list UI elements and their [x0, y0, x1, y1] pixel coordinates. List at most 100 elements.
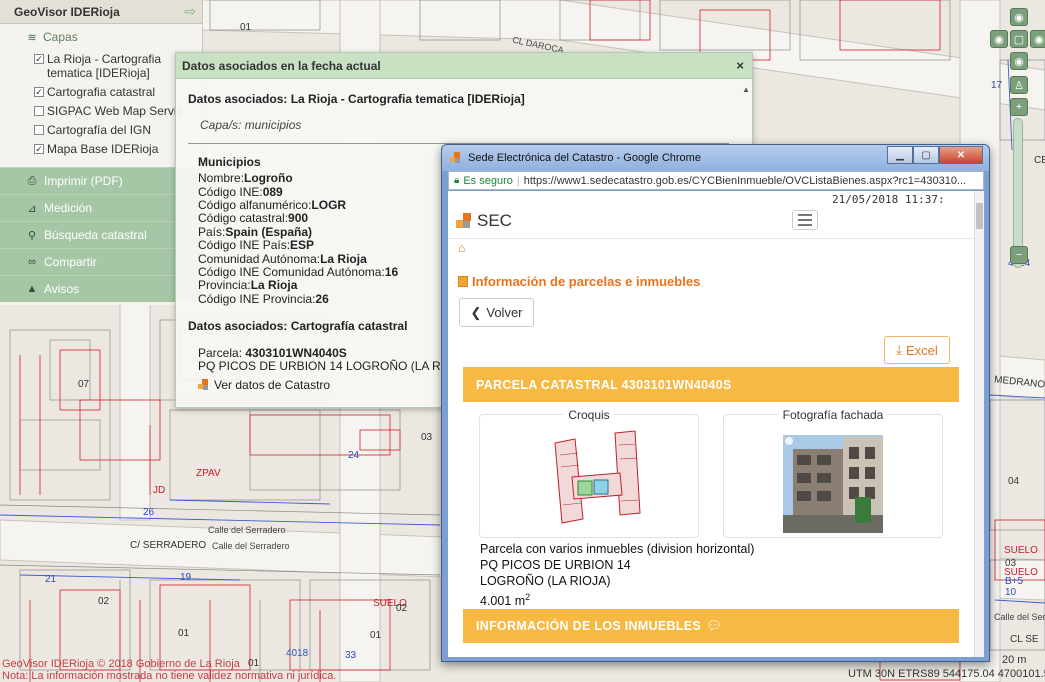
map-label: 07 [78, 379, 90, 390]
panel-title: GeoVisor IDERioja [14, 4, 120, 19]
layer-checkbox[interactable]: ✓ [34, 144, 44, 154]
map-label-street: C/ SERRADERO [130, 540, 207, 551]
zoom-in-button[interactable]: + [1010, 98, 1028, 116]
close-icon[interactable]: × [736, 58, 744, 73]
map-tool-button[interactable]: ▢ [1010, 30, 1028, 48]
share-icon: ∞ [28, 256, 36, 268]
warnings-button[interactable]: ▲ Avisos [0, 275, 202, 302]
map-tool-button[interactable]: ◉ [1010, 52, 1028, 70]
zoom-box-icon: ▢ [1013, 33, 1025, 46]
parcela-bar-text: PARCELA CATASTRAL 4303101WN4040S [476, 377, 732, 392]
maximize-button[interactable]: ▢ [913, 146, 939, 164]
circle-icon: ◉ [994, 33, 1004, 46]
window-titlebar[interactable]: Sede Electrónica del Catastro - Google C… [442, 145, 989, 171]
scrollbar-thumb[interactable] [976, 203, 983, 229]
map-tool-button[interactable]: ◉ [1010, 8, 1028, 26]
url-text: https://www1.sedecatastro.gob.es/CYCBien… [523, 174, 967, 187]
note-line: Nota: La información mostrada no tiene v… [2, 670, 337, 682]
croquis-card: Croquis [479, 408, 700, 539]
collapse-arrow-icon[interactable]: ⇨ [184, 3, 196, 20]
field-value: Logroño [244, 171, 293, 186]
map-label: 01 [178, 628, 190, 639]
window-title: Sede Electrónica del Catastro - Google C… [468, 152, 701, 164]
area-value: 4.001 m [480, 594, 526, 609]
field-key: Código catastral: [198, 211, 289, 226]
field-value: Spain (España) [225, 224, 313, 239]
secure-label: Es seguro [463, 174, 513, 187]
layer-checkbox[interactable] [34, 106, 44, 116]
capas-section[interactable]: ≋ Capas [0, 24, 202, 50]
field-key: Provincia: [198, 278, 251, 293]
close-window-button[interactable]: ✕ [939, 146, 983, 164]
share-button[interactable]: ∞ Compartir [0, 248, 202, 275]
parcela-value: 4303101WN4040S [245, 345, 347, 360]
popup-title: Datos asociados en la fecha actual [182, 58, 381, 73]
print-pdf-button[interactable]: ⎙ Imprimir (PDF) [0, 167, 202, 194]
field-key: Código INE Comunidad Autónoma: [198, 265, 385, 280]
layers-icon: ≋ [27, 31, 37, 44]
field-value: 26 [315, 291, 329, 306]
map-label: CE [1034, 155, 1045, 166]
field-key: Código INE Provincia: [198, 291, 316, 306]
info-line-area: 4.001 m2 [480, 589, 754, 609]
page-scrollbar[interactable] [974, 191, 984, 657]
layer-checkbox[interactable]: ✓ [34, 54, 44, 64]
excel-button[interactable]: ⤓ Excel [884, 336, 950, 364]
button-label: Imprimir (PDF) [44, 174, 123, 188]
scroll-up-icon[interactable]: ▲ [742, 85, 750, 94]
card-label: Fotografía fachada [724, 408, 942, 422]
field-key: País: [198, 224, 226, 239]
map-label: 19 [180, 572, 192, 583]
panel-header: GeoVisor IDERioja ⇨ [0, 0, 202, 24]
map-label: 21 [45, 574, 57, 585]
facade-photo[interactable] [783, 435, 883, 533]
cadastral-search-button[interactable]: ⚲ Búsqueda catastral [0, 221, 202, 248]
minus-icon: − [1015, 249, 1023, 261]
field-key: Código INE: [198, 184, 263, 199]
map-tool-button[interactable]: ◉ [990, 30, 1008, 48]
inmuebles-bar[interactable]: INFORMACIÓN DE LOS INMUEBLES 💬︎ [463, 609, 959, 643]
lock-icon: 🔒︎ [454, 175, 460, 186]
croquis-sketch[interactable] [480, 415, 700, 539]
credits-line: GeoVisor IDERioja © 2018 Gobierno de La … [2, 658, 240, 670]
home-icon[interactable]: ⌂ [458, 241, 465, 255]
measure-button[interactable]: ⊿ Medición [0, 194, 202, 221]
field-key: Código alfanumérico: [198, 198, 312, 213]
section-title-text: Información de parcelas e inmuebles [472, 274, 701, 289]
photo-card: Fotografía fachada [723, 408, 943, 538]
map-label: B+5 [1005, 576, 1024, 587]
layer-label: Cartografia catastral [47, 85, 156, 99]
back-button[interactable]: ❮ Volver [459, 298, 534, 327]
map-label-street: Calle del Serradero [212, 541, 290, 551]
minimize-button[interactable]: ▁ [887, 146, 913, 164]
menu-bar [798, 224, 812, 226]
page-viewport: 21/05/2018 11:37: SEC ⌂ Información de p… [448, 191, 984, 657]
inmuebles-bar-text: INFORMACIÓN DE LOS INMUEBLES [476, 619, 702, 633]
menu-bar [798, 214, 812, 216]
map-label: CL SE [1010, 634, 1039, 645]
street-view-button[interactable]: ♙ [1010, 76, 1028, 94]
brand-text: SEC [477, 210, 512, 230]
layer-checkbox[interactable]: ✓ [34, 87, 44, 97]
field-key: Código INE País: [198, 238, 291, 253]
layer-label: Cartografía del IGN [47, 123, 152, 137]
menu-button[interactable] [792, 210, 818, 230]
map-label: 17 [991, 80, 1003, 91]
catastro-logo-icon [198, 379, 210, 391]
info-line: LOGROÑO (LA RIOJA) [480, 574, 611, 588]
button-label: Compartir [44, 255, 97, 269]
parcel-info: Parcela con varios inmuebles (division h… [480, 541, 754, 609]
map-label-street: Calle del Serradero [208, 525, 286, 535]
sec-header: SEC [448, 203, 974, 239]
zoom-out-button[interactable]: − [1010, 246, 1028, 264]
layer-checkbox[interactable] [34, 125, 44, 135]
address-bar[interactable]: 🔒︎ Es seguro | https://www1.sedecatastro… [448, 171, 984, 190]
field-key: Nombre: [198, 171, 245, 186]
map-label: 03 [421, 432, 433, 443]
map-tool-button[interactable]: ◉ [1030, 30, 1045, 48]
layer-label: Mapa Base IDERioja [47, 142, 159, 156]
field-value: 16 [384, 265, 399, 280]
field-value: La Rioja [320, 251, 367, 266]
button-label: Búsqueda catastral [44, 228, 147, 242]
popup-header: Datos asociados en la fecha actual × [176, 53, 752, 79]
